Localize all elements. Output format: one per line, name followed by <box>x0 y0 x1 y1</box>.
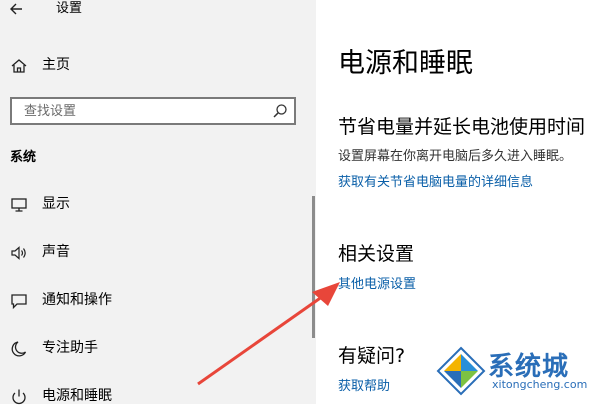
power-saving-info-link[interactable]: 获取有关节省电脑电量的详细信息 <box>338 174 533 192</box>
watermark-url: xitongcheng.com <box>492 378 588 391</box>
search-input[interactable] <box>12 99 274 123</box>
sidebar-item-label: 显示 <box>42 196 70 212</box>
sidebar-item-label: 声音 <box>42 244 70 260</box>
notification-icon <box>11 294 27 310</box>
watermark-logo-icon <box>436 346 486 396</box>
sidebar-item-notifications[interactable]: 通知和操作 <box>0 280 300 320</box>
sidebar-item-power-sleep[interactable]: 电源和睡眠 <box>0 376 300 416</box>
speaker-icon <box>11 246 26 260</box>
watermark: 系统城 xitongcheng.com <box>434 342 594 400</box>
page-title: 电源和睡眠 <box>338 48 473 79</box>
search-box[interactable] <box>10 97 296 125</box>
power-icon <box>12 389 26 405</box>
sidebar-item-label: 通知和操作 <box>42 292 112 308</box>
sidebar-item-home[interactable]: 主页 <box>0 45 300 85</box>
search-icon[interactable] <box>272 103 288 119</box>
moon-icon <box>11 341 27 357</box>
app-title: 设置 <box>56 1 83 16</box>
sidebar-item-display[interactable]: 显示 <box>0 184 300 224</box>
section-header: 系统 <box>10 150 37 165</box>
battery-section-heading: 节省电量并延长电池使用时间 <box>338 116 586 138</box>
additional-power-settings-link[interactable]: 其他电源设置 <box>338 276 416 294</box>
back-arrow-icon <box>10 3 22 15</box>
related-settings-heading: 相关设置 <box>338 243 415 265</box>
get-help-link[interactable]: 获取帮助 <box>338 378 390 396</box>
sidebar-item-label: 专注助手 <box>42 340 98 356</box>
settings-sidebar: 设置 主页 系统 显示 声音 通知和操作 <box>0 0 316 405</box>
help-heading: 有疑问? <box>338 345 406 367</box>
battery-section-description: 设置屏幕在你离开电脑后多久进入睡眠。 <box>338 149 573 164</box>
sidebar-item-label: 电源和睡眠 <box>42 388 112 404</box>
sidebar-scrollbar[interactable] <box>312 196 315 338</box>
back-button[interactable] <box>8 0 30 18</box>
sidebar-item-focus-assist[interactable]: 专注助手 <box>0 328 300 368</box>
monitor-icon <box>11 198 27 212</box>
sidebar-item-sound[interactable]: 声音 <box>0 232 300 272</box>
home-icon <box>11 59 27 73</box>
sidebar-item-label: 主页 <box>42 57 70 73</box>
